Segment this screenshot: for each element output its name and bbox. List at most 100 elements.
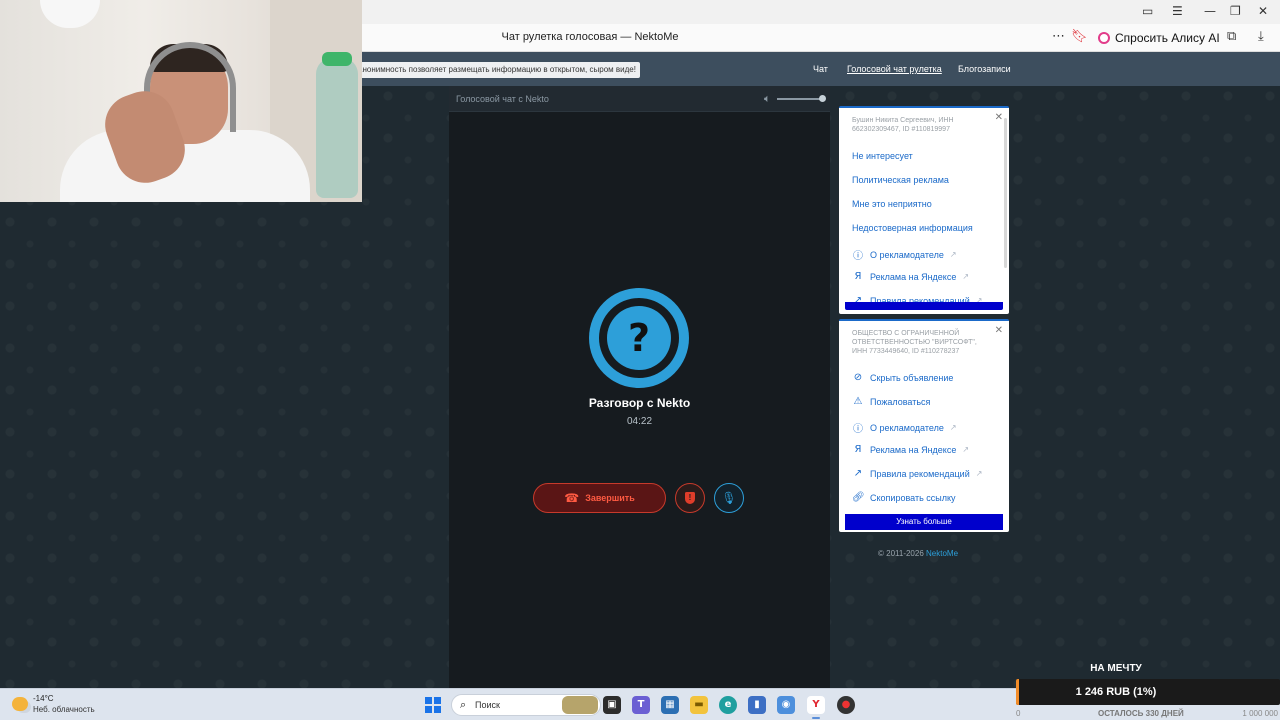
more-icon[interactable]: ⋯ [1052,29,1065,44]
ad-item-yandex-ads[interactable]: Я Реклама на Яндексе ↗ [852,444,970,455]
share-icon[interactable]: ⧉ [1227,29,1236,44]
ad-menu-2: ✕ ОБЩЕСТВО С ОГРАНИЧЕННОЙ ОТВЕТСТВЕННОСТ… [839,319,1009,532]
end-call-button[interactable]: ☎ Завершить [533,483,666,513]
chat-header: Голосовой чат с Nekto 🔈︎ [449,86,830,112]
yandex-icon: Я [854,271,862,282]
ad-item-misleading[interactable]: Недостоверная информация [852,223,973,233]
notifications-icon[interactable]: ☰ [1172,4,1183,18]
ad-item-label: Не интересует [852,151,913,161]
webcam-lamp [40,0,100,28]
volume-icon[interactable]: 🔈︎ [764,92,771,106]
messenger-icon[interactable]: ◉ [777,696,795,714]
close-icon[interactable]: ✕ [1258,4,1268,18]
bookmark-icon[interactable]: 🔖︎ [1071,29,1088,44]
ad-item-label: Мне это неприятно [852,199,932,209]
download-icon[interactable]: ⤓ [1258,29,1264,44]
search-icon: ⌕ [460,698,467,711]
ad-item-political[interactable]: Политическая реклама [852,175,949,185]
file-explorer-icon[interactable]: ▬ [690,696,708,714]
ad-item-not-interested[interactable]: Не интересует [852,151,913,161]
teams-icon[interactable]: T [632,696,650,714]
search-highlight-image [562,696,598,714]
ad-menu-1: ✕ Бушин Никита Сергеевич, ИНН 6623023094… [839,106,1009,314]
nav-blog[interactable]: Блогозаписи [958,64,1011,74]
chat-header-title: Голосовой чат с Nekto [456,94,549,104]
alice-button-label: Спросить Алису AI [1115,31,1220,45]
copyright-text: © 2011-2026 [878,549,924,558]
ad-item-label: Пожаловаться [870,396,931,407]
obs-icon[interactable]: ● [837,696,855,714]
donation-goal-widget: НА МЕЧТУ 1 246 RUB (1%) 0 ОСТАЛОСЬ 330 Д… [1016,661,1280,720]
edge-icon[interactable]: e [719,696,737,714]
ad-item-label: Политическая реклама [852,175,949,185]
tabs-icon[interactable]: ▭ [1142,4,1153,18]
maximize-icon[interactable]: ❐ [1230,4,1241,18]
donation-footer: 0 ОСТАЛОСЬ 330 ДНЕЙ 1 000 000 [1016,709,1280,720]
footer-brand-link[interactable]: NektoMe [926,549,958,558]
ad-item-yandex-ads[interactable]: Я Реклама на Яндексе ↗ [852,271,970,282]
info-icon: ⓘ [853,424,863,435]
store-icon[interactable]: ▦ [661,696,679,714]
yandex-browser-icon[interactable]: Y [807,696,825,719]
nav-voice-roulette[interactable]: Голосовой чат рулетка [847,64,942,74]
report-button[interactable]: ! [675,483,705,513]
donation-title: НА МЕЧТУ [1090,663,1142,674]
nav-chat[interactable]: Чат [813,64,828,74]
ad-button-strip[interactable] [845,302,1003,310]
voice-chat-panel: Голосовой чат с Nekto 🔈︎ ? Разговор с Ne… [449,86,830,688]
external-link-icon: ↗ [975,469,983,478]
weather-icon[interactable] [12,697,28,711]
external-link-icon: ↗ [949,250,957,259]
hang-up-icon: ☎ [564,491,580,505]
shield-icon: ! [685,492,695,504]
ad-close-icon[interactable]: ✕ [995,112,1003,123]
yandex-icon: Я [854,444,862,455]
copyright: © 2011-2026 NektoMe [878,549,958,558]
ad-scrollbar[interactable] [1004,118,1007,268]
ad-item-label: Реклама на Яндексе [870,271,957,282]
ad-item-label: Скрыть объявление [870,372,954,383]
end-call-label: Завершить [585,493,635,503]
task-view-icon[interactable]: ▣ [603,696,621,714]
ad-item-hide[interactable]: ⊘ Скрыть объявление [852,372,954,383]
monitor-app-icon[interactable]: ▮ [748,696,766,714]
partner-avatar: ? [589,288,689,388]
external-link-icon: ↗ [962,445,970,454]
external-link-icon: ↗ [949,423,957,432]
info-icon: ⓘ [853,251,863,262]
alice-icon [1098,32,1110,44]
weather-temperature[interactable]: -14°C [33,694,54,703]
eye-off-icon: ⊘ [853,372,863,383]
weather-description[interactable]: Неб. облачность [33,705,95,714]
ad-item-label: Правила рекомендаций [870,468,970,479]
donation-goal: 1 000 000 [1242,709,1278,718]
ad-item-recommendation-rules[interactable]: ↗ Правила рекомендаций ↗ [852,468,983,479]
webcam-bottle [316,58,358,198]
external-link-icon: ↗ [962,272,970,281]
ad-item-label: О рекламодателе [870,249,944,260]
microphone-button[interactable]: 🎙︎ [714,483,744,513]
ad-item-label: Реклама на Яндексе [870,444,957,455]
volume-slider-handle[interactable] [819,95,826,102]
taskbar-search[interactable]: ⌕ Поиск [451,694,601,716]
ad-item-unpleasant[interactable]: Мне это неприятно [852,199,932,209]
donation-amount: 1 246 RUB (1%) [1075,686,1157,698]
donation-start: 0 [1016,709,1021,718]
arrow-icon: ↗ [853,468,863,479]
alice-button[interactable]: Спросить Алису AI [1092,28,1226,48]
ad-close-icon[interactable]: ✕ [995,325,1003,336]
avatar-ring: ? [599,298,679,378]
ad-item-label: О рекламодателе [870,422,944,433]
learn-more-button[interactable]: Узнать больше [845,514,1003,530]
question-mark-icon: ? [607,306,671,370]
ad-item-about-advertiser[interactable]: ⓘ О рекламодателе ↗ [852,420,957,436]
windows-logo-pane [434,706,441,713]
donation-progress-bar: 1 246 RUB (1%) [1016,679,1280,705]
ad-item-copy-link[interactable]: 🔗︎ Скопировать ссылку [852,492,956,503]
minimize-icon[interactable]: — [1204,4,1216,18]
volume-slider[interactable] [777,98,821,100]
microphone-icon: 🎙︎ [721,491,737,505]
start-button[interactable] [425,697,441,713]
ad-item-about-advertiser[interactable]: ⓘ О рекламодателе ↗ [852,247,957,263]
ad-item-complain[interactable]: ⚠ Пожаловаться [852,396,931,407]
